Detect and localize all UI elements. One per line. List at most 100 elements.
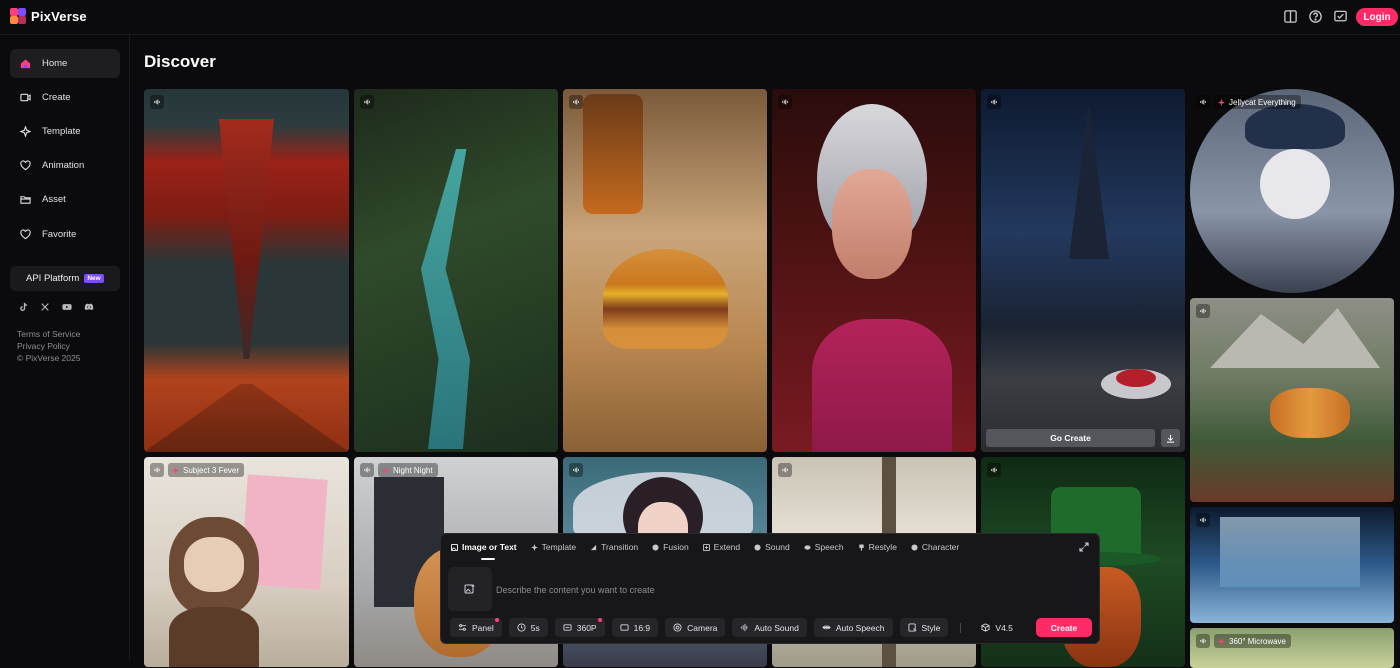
login-button[interactable]: Login <box>1356 8 1398 26</box>
sidebar-item-template[interactable]: Template <box>10 117 120 146</box>
lips-icon <box>822 625 831 630</box>
duration-option[interactable]: 5s <box>508 618 548 637</box>
prompt-input[interactable] <box>496 583 1016 597</box>
tab-restyle[interactable]: Restyle <box>858 534 897 560</box>
create-panel: Image or Text Template Transition Fusion… <box>440 533 1100 644</box>
download-icon <box>1166 434 1175 443</box>
cube-icon <box>981 623 990 632</box>
option-label: 5s <box>530 622 540 633</box>
sidebar-item-favorite[interactable]: Favorite <box>10 220 120 249</box>
auto-speech-option[interactable]: Auto Speech <box>813 618 893 637</box>
tab-label: Template <box>541 542 577 552</box>
camera-option[interactable]: Camera <box>665 618 726 637</box>
tab-template[interactable]: Template <box>530 534 577 560</box>
sparkle-icon <box>382 466 389 474</box>
resolution-option[interactable]: 360P <box>554 618 605 637</box>
sliders-icon <box>458 624 467 631</box>
help-icon[interactable] <box>1308 9 1323 24</box>
page-title: Discover <box>144 52 216 71</box>
sidebar-item-animation[interactable]: Animation <box>10 151 120 180</box>
book-icon[interactable] <box>1283 9 1298 24</box>
sound-wave-icon <box>741 623 748 632</box>
download-button[interactable] <box>1161 429 1180 447</box>
sound-toggle[interactable] <box>150 95 164 109</box>
tab-fusion[interactable]: Fusion <box>652 534 689 560</box>
speaker-icon <box>154 99 160 105</box>
sound-toggle[interactable] <box>987 463 1001 477</box>
privacy-link[interactable]: Privacy Policy <box>17 340 80 352</box>
video-tile[interactable]: Subject 3 Fever <box>144 457 349 667</box>
sound-toggle[interactable] <box>569 95 583 109</box>
new-dot <box>494 618 499 622</box>
sound-toggle[interactable] <box>1196 304 1210 318</box>
logo[interactable]: PixVerse <box>10 8 87 24</box>
notification-icon[interactable] <box>1333 9 1348 24</box>
terms-link[interactable]: Terms of Service <box>17 328 80 340</box>
sound-toggle[interactable] <box>1196 634 1210 648</box>
sound-toggle[interactable] <box>150 463 164 477</box>
sound-toggle[interactable] <box>360 95 374 109</box>
tab-speech[interactable]: Speech <box>804 534 844 560</box>
speaker-icon <box>1200 638 1206 644</box>
tab-sound[interactable]: Sound <box>754 534 790 560</box>
tab-image-or-text[interactable]: Image or Text <box>451 534 517 560</box>
option-label: 16:9 <box>633 622 651 633</box>
sound-toggle[interactable] <box>1196 513 1210 527</box>
image-icon <box>451 543 458 551</box>
sidebar-item-label: Create <box>42 92 71 103</box>
sound-toggle[interactable] <box>360 463 374 477</box>
tab-character[interactable]: Character <box>911 534 959 560</box>
video-tile[interactable]: 360° Microwave <box>1190 628 1394 668</box>
sound-toggle[interactable] <box>778 95 792 109</box>
extend-icon <box>702 543 710 551</box>
tab-extend[interactable]: Extend <box>702 534 741 560</box>
resolution-icon <box>563 624 572 631</box>
sound-toggle[interactable] <box>1196 95 1210 109</box>
youtube-icon[interactable] <box>62 302 72 312</box>
aspect-ratio-option[interactable]: 16:9 <box>611 618 659 637</box>
option-label: Style <box>921 622 941 633</box>
top-bar: PixVerse Login <box>0 0 1400 35</box>
api-platform-button[interactable]: API Platform New <box>10 266 120 291</box>
video-tile[interactable] <box>1190 298 1394 502</box>
go-create-button[interactable]: Go Create <box>986 429 1155 447</box>
expand-icon[interactable] <box>1079 542 1089 552</box>
sound-toggle[interactable] <box>778 463 792 477</box>
sound-toggle[interactable] <box>569 463 583 477</box>
heart-outline-icon <box>20 160 31 171</box>
style-option[interactable]: Style <box>899 618 949 637</box>
sound-toggle[interactable] <box>987 95 1001 109</box>
video-tile[interactable] <box>563 89 767 452</box>
auto-sound-option[interactable]: Auto Sound <box>732 618 807 637</box>
video-tile[interactable] <box>354 89 558 452</box>
sidebar-item-home[interactable]: Home <box>10 49 120 78</box>
x-icon[interactable] <box>40 302 50 312</box>
character-icon <box>911 543 918 551</box>
sidebar-item-create[interactable]: Create <box>10 83 120 112</box>
tab-label: Extend <box>713 542 741 552</box>
speaker-icon <box>782 467 788 473</box>
tab-label: Restyle <box>868 542 897 552</box>
discord-icon[interactable] <box>84 302 94 312</box>
speaker-icon <box>1200 99 1206 105</box>
video-tile[interactable]: Go Create <box>981 89 1185 452</box>
model-selector[interactable]: V4.5 <box>973 618 1021 637</box>
template-tag: Jellycat Everything <box>1214 95 1301 109</box>
tab-transition[interactable]: Transition <box>590 534 638 560</box>
sidebar-item-asset[interactable]: Asset <box>10 185 120 214</box>
tiktok-icon[interactable] <box>18 302 28 312</box>
video-tile[interactable] <box>1190 507 1394 623</box>
fusion-icon <box>652 543 659 551</box>
pixverse-logo-icon <box>10 8 26 24</box>
brand-name: PixVerse <box>31 8 87 24</box>
create-button[interactable]: Create <box>1036 618 1092 637</box>
image-upload-button[interactable] <box>448 567 492 611</box>
speaker-icon <box>1200 308 1206 314</box>
divider <box>960 622 962 633</box>
panel-option[interactable]: Panel <box>450 618 502 637</box>
video-tile[interactable] <box>772 89 976 452</box>
copyright-text: © PixVerse 2025 <box>17 353 81 363</box>
video-tile[interactable] <box>144 89 349 452</box>
video-tile[interactable]: Jellycat Everything <box>1190 89 1394 293</box>
tag-label: Jellycat Everything <box>1229 97 1296 107</box>
